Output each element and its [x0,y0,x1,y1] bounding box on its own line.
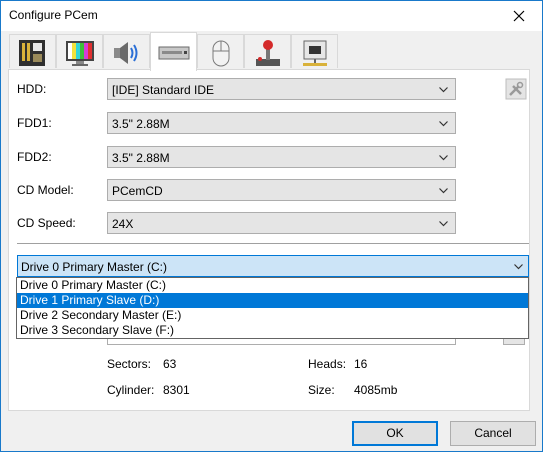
title-bar: Configure PCem [1,1,542,31]
fdd1-label: FDD1: [17,116,52,130]
chevron-down-icon [514,264,523,270]
cancel-button[interactable]: Cancel [450,421,536,446]
chevron-down-icon [439,87,448,93]
tools-icon [505,78,527,100]
drive-option-0[interactable]: Drive 0 Primary Master (C:) [17,278,528,293]
cd-model-label: CD Model: [17,183,74,197]
drive-dropdown-list: Drive 0 Primary Master (C:) Drive 1 Prim… [16,277,529,339]
cd-speed-select[interactable]: 24X [107,212,456,234]
display-monitor-icon [66,41,94,66]
drives-panel: HDD: [IDE] Standard IDE FDD1: 3.5" 2.88M… [8,69,530,411]
tab-joystick[interactable] [244,34,291,68]
network-icon [303,40,327,66]
size-label: Size: [308,383,335,397]
drive-option-2[interactable]: Drive 2 Secondary Master (E:) [17,308,528,323]
chevron-down-icon [439,221,448,227]
hdd-label: HDD: [17,82,47,96]
size-value: 4085mb [354,383,398,397]
chevron-down-icon [439,155,448,161]
fdd1-value: 3.5" 2.88M [112,117,170,131]
drive-icon [158,46,190,60]
drive-select[interactable]: Drive 0 Primary Master (C:) [17,255,529,277]
tab-motherboard[interactable] [9,34,56,68]
heads-value: 16 [354,357,368,371]
fdd2-value: 3.5" 2.88M [112,151,170,165]
divider [17,243,529,244]
hdd-select[interactable]: [IDE] Standard IDE [107,78,456,100]
tab-drives[interactable] [150,32,197,71]
cylinder-value: 8301 [163,383,190,397]
chevron-down-icon [439,188,448,194]
drive-option-3[interactable]: Drive 3 Secondary Slave (F:) [17,323,528,338]
drive-select-value: Drive 0 Primary Master (C:) [21,260,168,274]
tab-input[interactable] [197,34,244,68]
drive-option-1[interactable]: Drive 1 Primary Slave (D:) [17,293,528,308]
tab-display[interactable] [56,34,103,68]
sectors-value: 63 [163,357,177,371]
fdd1-select[interactable]: 3.5" 2.88M [107,112,456,134]
mouse-icon [212,40,230,67]
close-icon [513,10,525,22]
motherboard-icon [19,40,45,66]
cd-model-value: PCemCD [112,184,163,198]
cd-model-select[interactable]: PCemCD [107,179,456,201]
cylinder-label: Cylinder: [107,383,155,397]
close-button[interactable] [496,1,542,31]
ok-button[interactable]: OK [352,421,438,446]
chevron-down-icon [439,121,448,127]
fdd2-label: FDD2: [17,150,52,164]
window-title: Configure PCem [9,8,98,22]
speaker-icon [114,42,138,64]
hdd-configure-button[interactable] [505,78,527,100]
drive-option-label: Drive 3 Secondary Slave (F:) [20,323,175,337]
tab-network[interactable] [291,34,338,68]
drive-option-label: Drive 0 Primary Master (C:) [20,278,167,292]
drive-option-label: Drive 1 Primary Slave (D:) [20,293,160,307]
cd-speed-label: CD Speed: [17,216,76,230]
cd-speed-value: 24X [112,217,134,231]
hdd-value: [IDE] Standard IDE [112,83,215,97]
sectors-label: Sectors: [107,357,152,371]
drive-option-label: Drive 2 Secondary Master (E:) [20,308,182,322]
heads-label: Heads: [308,357,347,371]
tab-sound[interactable] [103,34,150,68]
configure-dialog: Configure PCem HDD: [IDE] Standard IDE F… [0,0,543,452]
joystick-icon [256,40,280,66]
fdd2-select[interactable]: 3.5" 2.88M [107,146,456,168]
